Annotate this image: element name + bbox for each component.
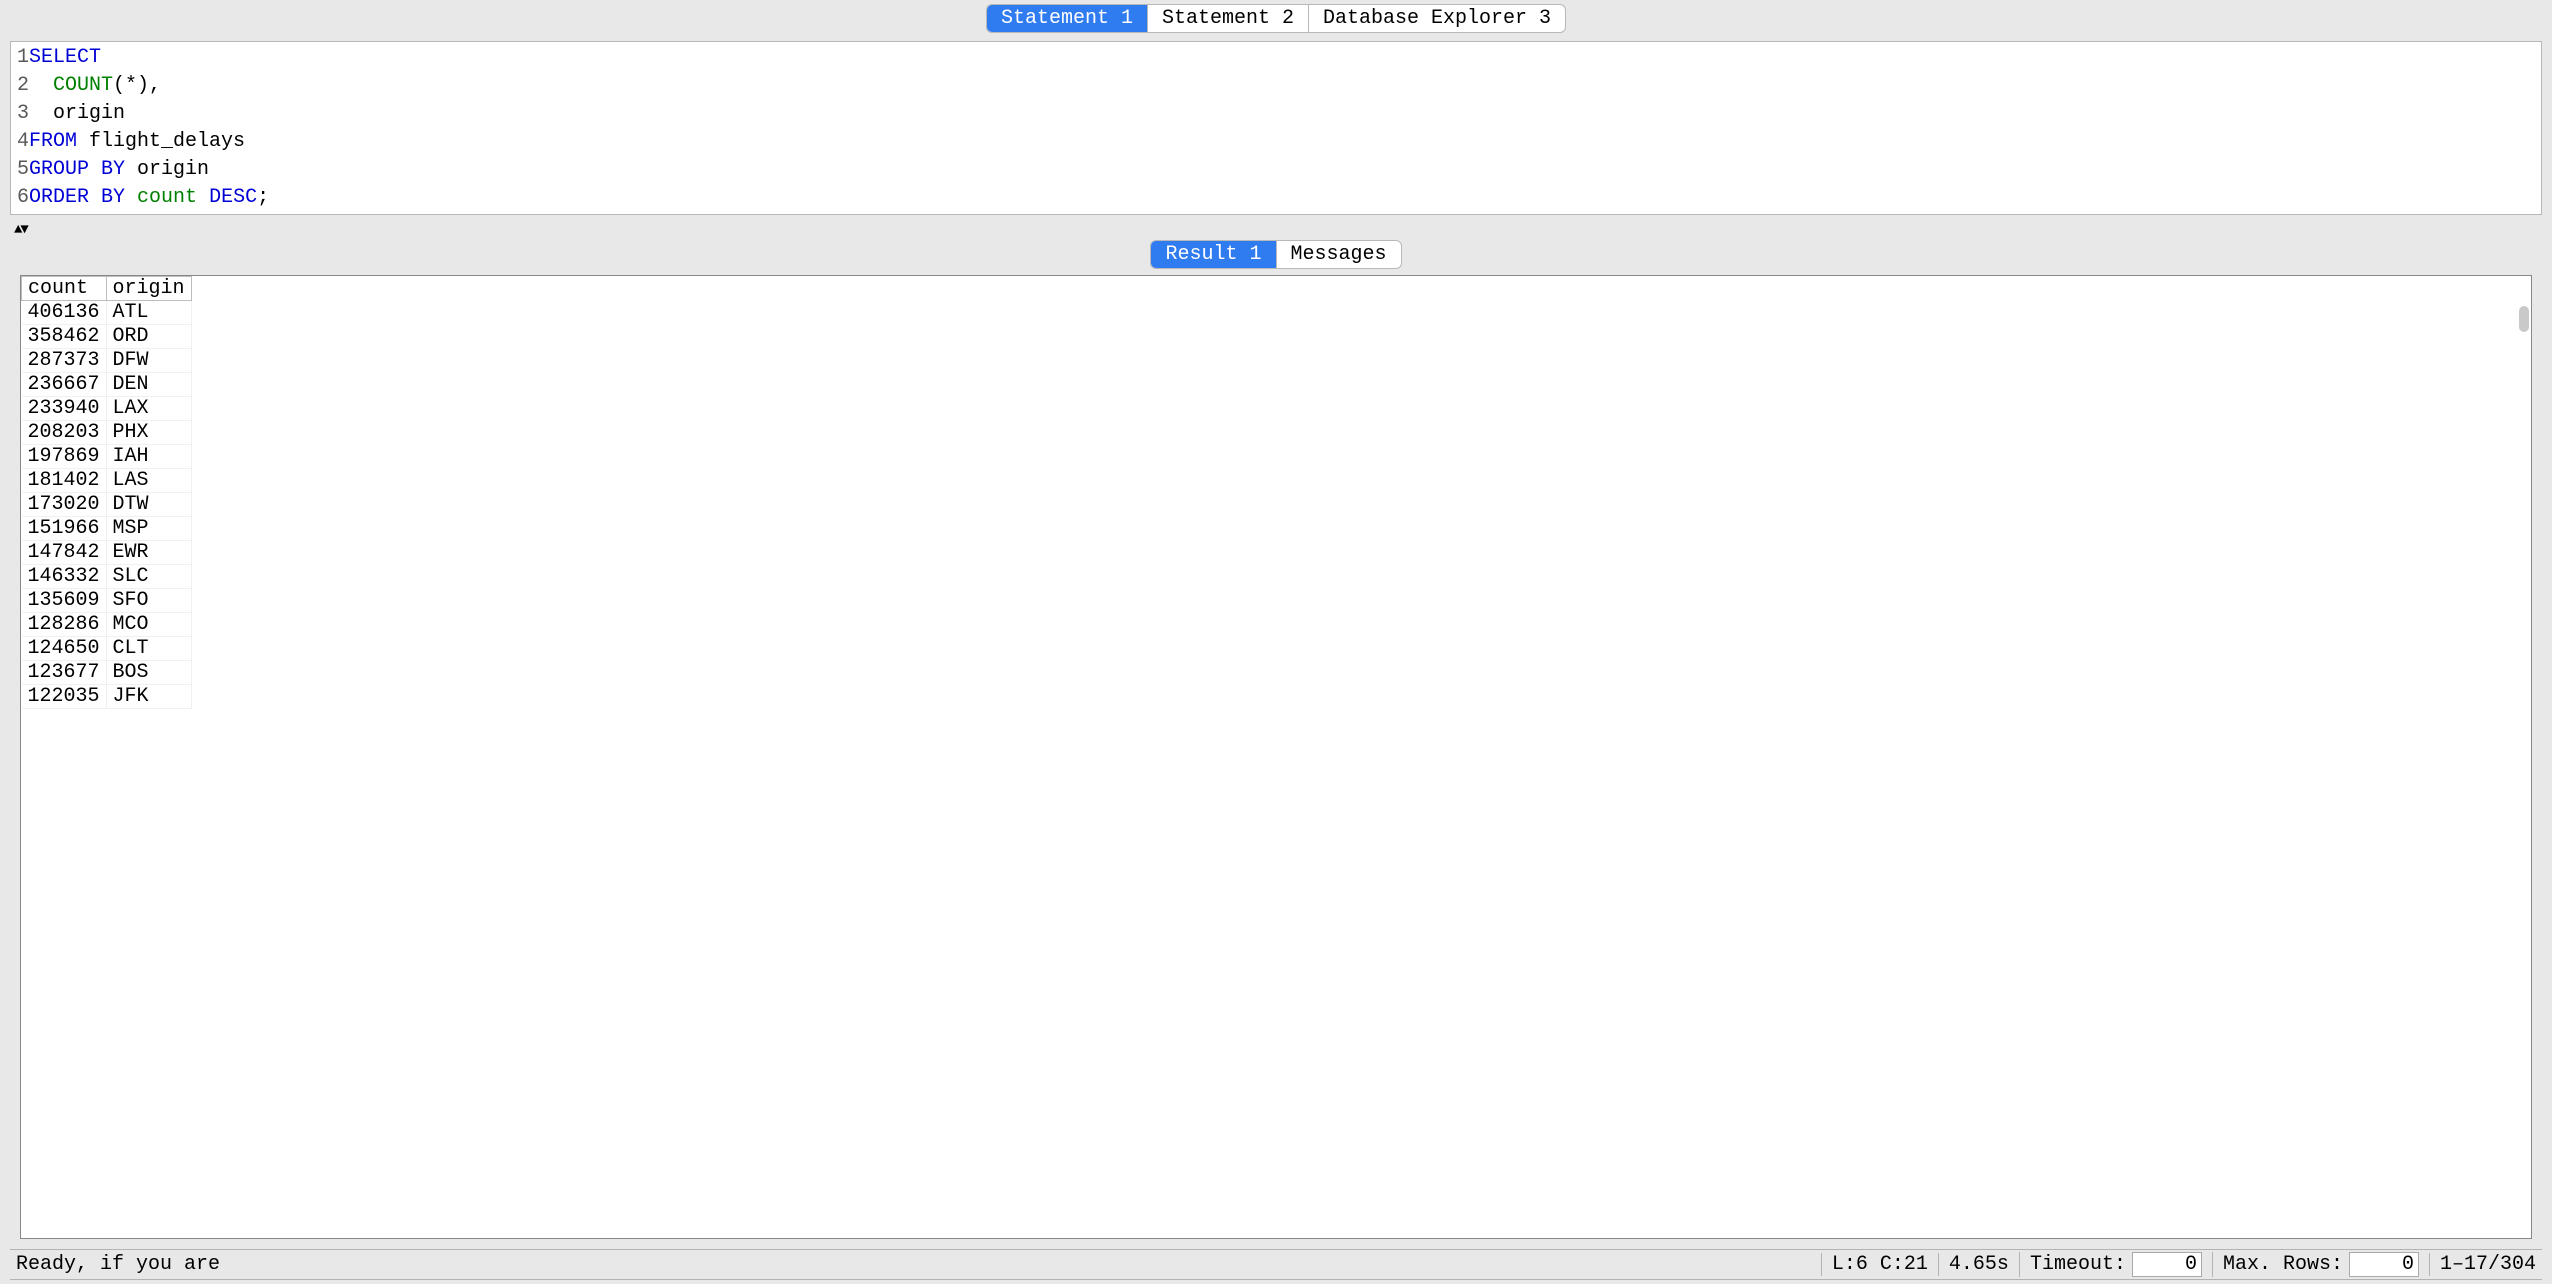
table-row[interactable]: 135609SFO — [22, 589, 192, 613]
cell-origin: EWR — [106, 541, 191, 565]
table-row[interactable]: 146332SLC — [22, 565, 192, 589]
table-row[interactable]: 124650CLT — [22, 637, 192, 661]
code-content: SELECT — [29, 44, 101, 72]
maxrows-label: Max. Rows: — [2223, 1253, 2343, 1276]
cell-origin: LAS — [106, 469, 191, 493]
code-line: 3 origin — [11, 100, 2541, 128]
table-row[interactable]: 406136ATL — [22, 301, 192, 325]
cell-count: 181402 — [22, 469, 107, 493]
table-row[interactable]: 208203PHX — [22, 421, 192, 445]
sql-editor[interactable]: 1SELECT2 COUNT(*),3 origin4FROM flight_d… — [10, 41, 2542, 215]
line-number: 3 — [13, 100, 29, 128]
cell-count: 123677 — [22, 661, 107, 685]
tab-database-explorer-3[interactable]: Database Explorer 3 — [1309, 5, 1565, 32]
code-line: 4FROM flight_delays — [11, 128, 2541, 156]
cell-origin: BOS — [106, 661, 191, 685]
line-number: 1 — [13, 44, 29, 72]
cell-origin: SLC — [106, 565, 191, 589]
cell-count: 197869 — [22, 445, 107, 469]
results-table: countorigin 406136ATL358462ORD287373DFW2… — [21, 276, 192, 709]
cell-origin: SFO — [106, 589, 191, 613]
timeout-label: Timeout: — [2030, 1253, 2126, 1276]
cell-origin: LAX — [106, 397, 191, 421]
cell-origin: DEN — [106, 373, 191, 397]
table-row[interactable]: 122035JFK — [22, 685, 192, 709]
cell-count: 358462 — [22, 325, 107, 349]
code-line: 1SELECT — [11, 44, 2541, 72]
column-header-count[interactable]: count — [22, 277, 107, 301]
cell-origin: ATL — [106, 301, 191, 325]
line-number: 5 — [13, 156, 29, 184]
pane-splitter[interactable]: ▲▼ — [10, 215, 2542, 240]
cursor-position: L:6 C:21 — [1821, 1253, 1938, 1276]
elapsed-time: 4.65s — [1938, 1253, 2019, 1276]
table-row[interactable]: 358462ORD — [22, 325, 192, 349]
cell-count: 146332 — [22, 565, 107, 589]
status-bar: Ready, if you are L:6 C:21 4.65s Timeout… — [10, 1249, 2542, 1280]
status-message: Ready, if you are — [16, 1253, 1821, 1276]
cell-count: 124650 — [22, 637, 107, 661]
tab-statement-1[interactable]: Statement 1 — [987, 5, 1148, 32]
splitter-arrows-icon: ▲▼ — [14, 222, 27, 238]
cell-origin: DTW — [106, 493, 191, 517]
table-row[interactable]: 233940LAX — [22, 397, 192, 421]
table-row[interactable]: 181402LAS — [22, 469, 192, 493]
tab-statement-2[interactable]: Statement 2 — [1148, 5, 1309, 32]
code-line: 6ORDER BY count DESC; — [11, 184, 2541, 212]
row-range: 1–17/304 — [2429, 1253, 2536, 1276]
timeout-input[interactable] — [2132, 1252, 2202, 1277]
code-content: ORDER BY count DESC; — [29, 184, 269, 212]
results-pane[interactable]: countorigin 406136ATL358462ORD287373DFW2… — [20, 275, 2532, 1239]
cell-origin: DFW — [106, 349, 191, 373]
cell-count: 122035 — [22, 685, 107, 709]
line-number: 2 — [13, 72, 29, 100]
code-content: GROUP BY origin — [29, 156, 209, 184]
cell-count: 128286 — [22, 613, 107, 637]
cell-count: 135609 — [22, 589, 107, 613]
cell-origin: IAH — [106, 445, 191, 469]
line-number: 6 — [13, 184, 29, 212]
code-line: 5GROUP BY origin — [11, 156, 2541, 184]
cell-origin: JFK — [106, 685, 191, 709]
main-tab-group: Statement 1Statement 2Database Explorer … — [986, 4, 1566, 33]
code-content: origin — [29, 100, 125, 128]
cell-origin: MSP — [106, 517, 191, 541]
maxrows-input[interactable] — [2349, 1252, 2419, 1277]
result-tab-messages[interactable]: Messages — [1277, 241, 1401, 268]
column-header-origin[interactable]: origin — [106, 277, 191, 301]
cell-origin: CLT — [106, 637, 191, 661]
cell-count: 236667 — [22, 373, 107, 397]
cell-count: 406136 — [22, 301, 107, 325]
cell-origin: ORD — [106, 325, 191, 349]
line-number: 4 — [13, 128, 29, 156]
cell-count: 173020 — [22, 493, 107, 517]
table-row[interactable]: 287373DFW — [22, 349, 192, 373]
table-row[interactable]: 236667DEN — [22, 373, 192, 397]
cell-origin: PHX — [106, 421, 191, 445]
code-content: FROM flight_delays — [29, 128, 245, 156]
code-content: COUNT(*), — [29, 72, 161, 100]
table-row[interactable]: 151966MSP — [22, 517, 192, 541]
cell-origin: MCO — [106, 613, 191, 637]
cell-count: 208203 — [22, 421, 107, 445]
table-row[interactable]: 128286MCO — [22, 613, 192, 637]
result-tab-result-1[interactable]: Result 1 — [1151, 241, 1276, 268]
timeout-field: Timeout: — [2019, 1252, 2212, 1277]
cell-count: 151966 — [22, 517, 107, 541]
scrollbar-thumb[interactable] — [2519, 306, 2529, 332]
result-tab-group: Result 1Messages — [1150, 240, 1401, 269]
result-tab-bar: Result 1Messages — [0, 240, 2552, 275]
table-row[interactable]: 173020DTW — [22, 493, 192, 517]
table-row[interactable]: 147842EWR — [22, 541, 192, 565]
table-row[interactable]: 123677BOS — [22, 661, 192, 685]
code-line: 2 COUNT(*), — [11, 72, 2541, 100]
table-row[interactable]: 197869IAH — [22, 445, 192, 469]
maxrows-field: Max. Rows: — [2212, 1252, 2429, 1277]
main-tab-bar: Statement 1Statement 2Database Explorer … — [0, 0, 2552, 41]
cell-count: 233940 — [22, 397, 107, 421]
cell-count: 287373 — [22, 349, 107, 373]
cell-count: 147842 — [22, 541, 107, 565]
